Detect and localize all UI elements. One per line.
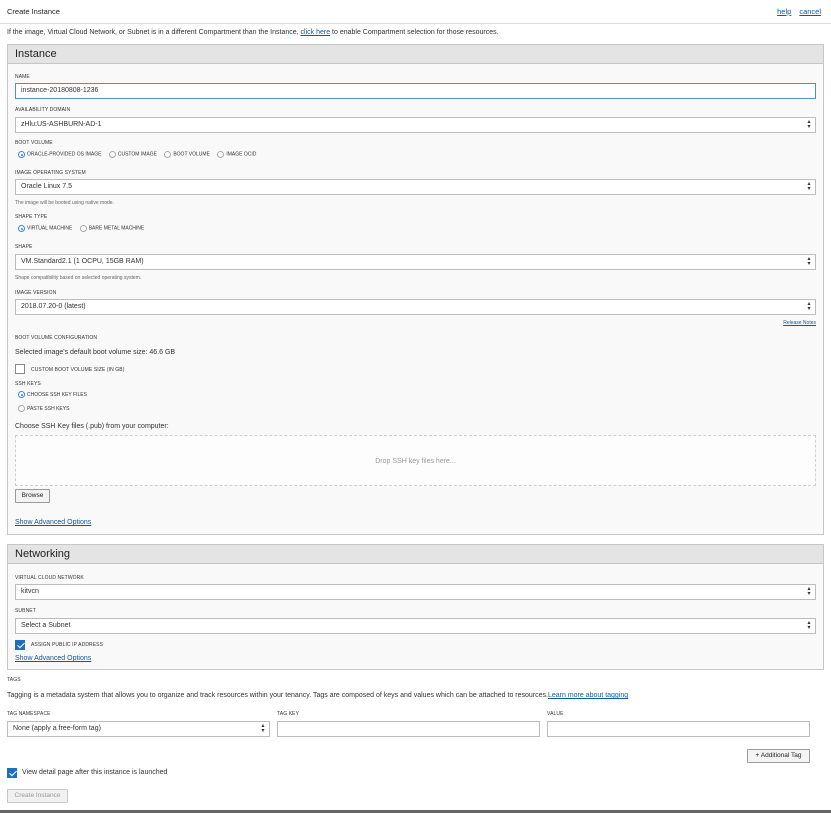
help-link[interactable]: help bbox=[777, 7, 791, 16]
tag-namespace-value: None (apply a free-form tag) bbox=[13, 725, 101, 732]
tag-namespace-label: TAG NAMESPACE bbox=[7, 711, 51, 717]
header-links: help cancel bbox=[769, 7, 821, 16]
tags-heading: TAGS bbox=[7, 677, 21, 683]
radio-bare-metal[interactable]: BARE METAL MACHINE bbox=[79, 225, 144, 232]
radio-image-ocid[interactable]: IMAGE OCID bbox=[217, 151, 256, 158]
instance-heading: Instance bbox=[8, 45, 823, 64]
select-arrows-icon: ▴ ▾ bbox=[807, 119, 811, 130]
shape-help: Shape compatibility based on selected op… bbox=[15, 275, 142, 281]
ssh-choose-text: Choose SSH Key files (.pub) from your co… bbox=[15, 423, 169, 430]
assign-public-ip-checkbox[interactable] bbox=[15, 640, 25, 650]
availability-domain-value: zHlu:US-ASHBURN-AD-1 bbox=[21, 121, 102, 128]
os-select[interactable]: Oracle Linux 7.5 ▴ ▾ bbox=[15, 179, 816, 195]
radio-selected-icon bbox=[18, 391, 25, 398]
tag-key-input[interactable] bbox=[277, 721, 540, 737]
radio-icon bbox=[108, 151, 116, 158]
ssh-drop-zone[interactable]: Drop SSH key files here... bbox=[15, 435, 816, 486]
top-bar: Create Instance help cancel bbox=[0, 0, 831, 24]
shape-type-radio-group: VIRTUAL MACHINE BARE METAL MACHINE bbox=[18, 225, 150, 232]
radio-oracle-image[interactable]: ORACLE-PROVIDED OS IMAGE bbox=[18, 151, 101, 158]
shape-type-label: SHAPE TYPE bbox=[15, 214, 48, 220]
name-label: NAME bbox=[15, 74, 30, 80]
vcn-value: kitvcn bbox=[21, 588, 39, 595]
image-version-value: 2018.07.20-0 (latest) bbox=[21, 303, 86, 310]
tag-namespace-select[interactable]: None (apply a free-form tag) ▴ ▾ bbox=[7, 721, 270, 737]
assign-public-ip-label: ASSIGN PUBLIC IP ADDRESS bbox=[31, 642, 104, 648]
radio-icon bbox=[164, 151, 172, 158]
select-arrows-icon: ▴ ▾ bbox=[807, 256, 811, 267]
radio-icon bbox=[217, 151, 225, 158]
radio-custom-image[interactable]: CUSTOM IMAGE bbox=[108, 151, 157, 158]
subnet-select[interactable]: Select a Subnet ▴ ▾ bbox=[15, 618, 816, 634]
networking-panel: Networking bbox=[7, 544, 824, 670]
select-arrows-icon: ▴ ▾ bbox=[807, 301, 811, 312]
compartment-notice: If the image, Virtual Cloud Network, or … bbox=[7, 29, 499, 36]
view-detail-checkbox[interactable] bbox=[7, 768, 17, 778]
browse-button[interactable]: Browse bbox=[15, 489, 50, 503]
boot-volume-label: BOOT VOLUME bbox=[15, 140, 53, 146]
tag-value-label: VALUE bbox=[547, 711, 564, 717]
instance-advanced-options-link[interactable]: Show Advanced Options bbox=[15, 519, 91, 526]
radio-selected-icon bbox=[18, 151, 25, 158]
select-arrows-icon: ▴ ▾ bbox=[807, 586, 811, 597]
notice-text-before: If the image, Virtual Cloud Network, or … bbox=[7, 29, 301, 36]
custom-boot-size-label: CUSTOM BOOT VOLUME SIZE (IN GB) bbox=[31, 367, 125, 373]
radio-boot-volume[interactable]: BOOT VOLUME bbox=[164, 151, 210, 158]
availability-domain-select[interactable]: zHlu:US-ASHBURN-AD-1 ▴ ▾ bbox=[15, 117, 816, 133]
tag-value-input[interactable] bbox=[547, 721, 810, 737]
select-arrows-icon: ▴ ▾ bbox=[807, 620, 811, 631]
release-notes-link[interactable]: Release Notes bbox=[783, 320, 816, 326]
os-help: The image will be booted using native mo… bbox=[15, 200, 114, 206]
networking-advanced-options-link[interactable]: Show Advanced Options bbox=[15, 655, 91, 662]
create-instance-button[interactable]: Create Instance bbox=[7, 789, 68, 803]
networking-heading: Networking bbox=[8, 545, 823, 564]
subnet-label: SUBNET bbox=[15, 608, 36, 614]
boot-size-text: Selected image's default boot volume siz… bbox=[15, 349, 176, 356]
ssh-paste-option[interactable]: PASTE SSH KEYS bbox=[18, 405, 69, 412]
name-input[interactable]: instance-20180808-1236 bbox=[15, 83, 816, 99]
subnet-value: Select a Subnet bbox=[21, 622, 71, 629]
shape-select[interactable]: VM.Standard2.1 (1 OCPU, 15GB RAM) ▴ ▾ bbox=[15, 254, 816, 270]
learn-more-tagging-link[interactable]: Learn more about tagging bbox=[548, 692, 628, 699]
boot-volume-radio-group: ORACLE-PROVIDED OS IMAGE CUSTOM IMAGE BO… bbox=[18, 151, 262, 158]
image-version-select[interactable]: 2018.07.20-0 (latest) ▴ ▾ bbox=[15, 299, 816, 315]
tags-description: Tagging is a metadata system that allows… bbox=[7, 692, 629, 699]
notice-text-after: to enable Compartment selection for thos… bbox=[330, 29, 499, 36]
custom-boot-size-checkbox[interactable] bbox=[15, 364, 25, 374]
availability-domain-label: AVAILABILITY DOMAIN bbox=[15, 107, 71, 113]
ssh-keys-label: SSH KEYS bbox=[15, 381, 41, 387]
click-here-link[interactable]: click here bbox=[301, 29, 331, 36]
radio-selected-icon bbox=[18, 225, 25, 232]
select-arrows-icon: ▴ ▾ bbox=[261, 723, 265, 734]
radio-icon bbox=[18, 405, 25, 412]
os-label: IMAGE OPERATING SYSTEM bbox=[15, 170, 86, 176]
boot-config-label: BOOT VOLUME CONFIGURATION bbox=[15, 335, 98, 341]
radio-icon bbox=[79, 225, 87, 232]
tag-key-label: TAG KEY bbox=[277, 711, 300, 717]
shape-value: VM.Standard2.1 (1 OCPU, 15GB RAM) bbox=[21, 258, 144, 265]
vcn-label: VIRTUAL CLOUD NETWORK bbox=[15, 575, 84, 581]
radio-virtual-machine[interactable]: VIRTUAL MACHINE bbox=[18, 225, 72, 232]
cancel-link[interactable]: cancel bbox=[799, 7, 821, 16]
dialog-title: Create Instance bbox=[7, 7, 60, 16]
image-version-label: IMAGE VERSION bbox=[15, 290, 57, 296]
vcn-select[interactable]: kitvcn ▴ ▾ bbox=[15, 584, 816, 600]
additional-tag-button[interactable]: + Additional Tag bbox=[747, 749, 810, 763]
shape-label: SHAPE bbox=[15, 244, 33, 250]
select-arrows-icon: ▴ ▾ bbox=[807, 181, 811, 192]
os-value: Oracle Linux 7.5 bbox=[21, 183, 72, 190]
view-detail-label: View detail page after this instance is … bbox=[22, 769, 168, 776]
ssh-choose-option[interactable]: CHOOSE SSH KEY FILES bbox=[18, 391, 87, 398]
